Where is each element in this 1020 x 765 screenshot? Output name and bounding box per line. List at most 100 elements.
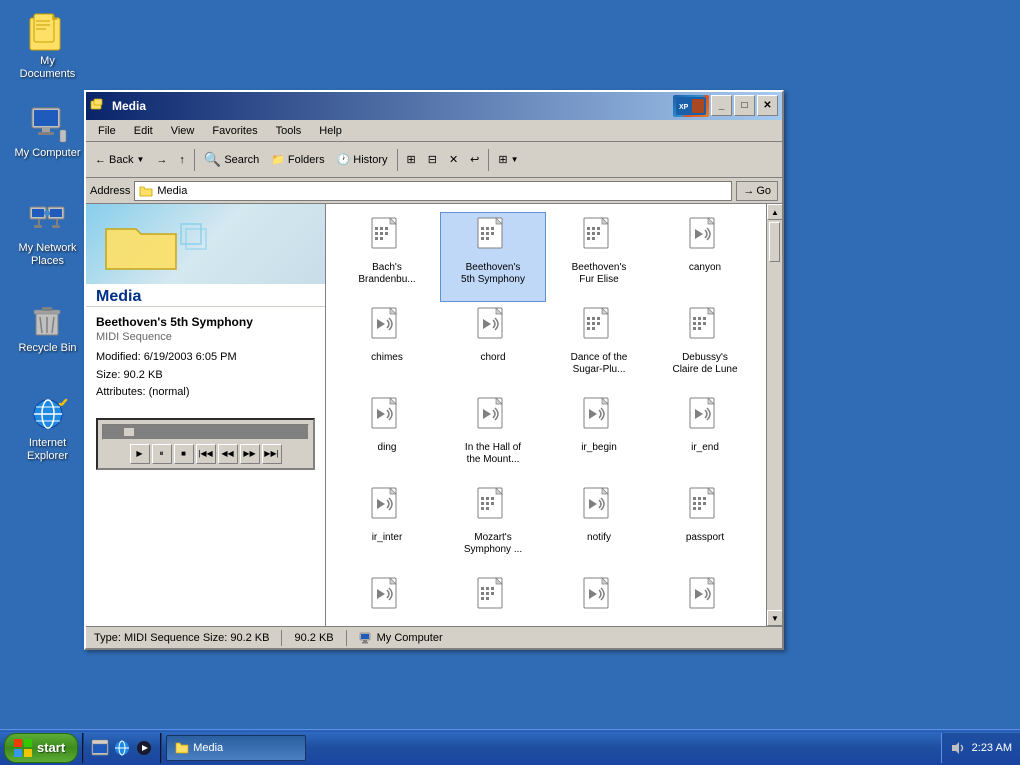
recycle-bin-label: Recycle Bin [18,342,76,355]
file-icon-wrapper [581,307,617,349]
midi-doc-icon [581,307,617,349]
file-item[interactable]: Mozart'sSymphony ... [440,482,546,572]
back-button[interactable]: ← Back ▼ [90,147,149,173]
folders-button[interactable]: 📁 Folders [266,147,329,173]
taskbar-item-media[interactable]: Media [166,735,306,761]
menu-tools[interactable]: Tools [268,123,310,139]
folder-icon-small [139,184,153,198]
file-name: Debussy'sClaire de Lune [672,352,737,376]
status-location: My Computer [355,631,447,645]
scroll-track-area[interactable] [767,220,782,610]
file-item[interactable]: Beethoven'sFur Elise [546,212,652,302]
history-button[interactable]: 🕐 History [332,147,393,173]
status-type-info: Type: MIDI Sequence Size: 90.2 KB [90,632,273,644]
player-thumb[interactable] [123,427,135,437]
maximize-button[interactable]: □ [734,95,755,116]
file-item[interactable]: In the Hall ofthe Mount... [440,392,546,482]
file-icon-wrapper [687,577,723,619]
menu-view[interactable]: View [163,123,203,139]
menu-help[interactable]: Help [311,123,350,139]
file-name: ir_end [691,442,719,454]
file-item[interactable]: ... [440,572,546,626]
close-button[interactable]: ✕ [757,95,778,116]
fast-forward-button[interactable]: ▶▶ [240,444,260,464]
desktop-icon-network-places[interactable]: My NetworkPlaces [10,195,85,272]
history-label: History [353,154,387,166]
my-documents-label: My Documents [14,55,81,81]
status-divider-1 [281,630,282,646]
up-button[interactable]: ↑ [174,147,190,173]
scroll-up-button[interactable]: ▲ [767,204,782,220]
file-item[interactable]: Debussy'sClaire de Lune [652,302,758,392]
menu-favorites[interactable]: Favorites [204,123,265,139]
file-item[interactable]: ding [334,392,440,482]
undo-button[interactable]: ↩ [465,147,484,173]
file-name: ir_begin [581,442,617,454]
stop-button[interactable]: ■ [174,444,194,464]
file-name: notify [587,532,611,544]
minimize-button[interactable]: _ [711,95,732,116]
go-button[interactable]: → Go [736,181,778,201]
skip-back-button[interactable]: |◀◀ [196,444,216,464]
file-icon-wrapper [369,307,405,349]
skip-forward-button[interactable]: ▶▶| [262,444,282,464]
taskbar-items: Media [162,735,940,761]
file-item[interactable]: ir_end [652,392,758,482]
forward-button[interactable]: → [151,147,172,173]
content-area: Media Beethoven's 5th Symphony MIDI Sequ… [86,204,782,626]
desktop-icon-my-documents[interactable]: My Documents [10,8,85,85]
file-item[interactable]: chimes [334,302,440,392]
midi-audio-icon [369,397,405,439]
start-button[interactable]: start [4,733,78,763]
status-bar: Type: MIDI Sequence Size: 90.2 KB 90.2 K… [86,626,782,648]
folders-label: Folders [288,154,325,166]
file-item[interactable]: ... [546,572,652,626]
toolbar: ← Back ▼ → ↑ 🔍 Search 📁 Folders 🕐 Histor [86,142,782,178]
copy-to-button[interactable]: ⊟ [423,147,442,173]
back-arrow-icon: ← [95,154,106,166]
file-item[interactable]: Bach'sBrandenbu... [334,212,440,302]
menu-file[interactable]: File [90,123,124,139]
desktop-icon-my-computer[interactable]: My Computer [10,100,85,164]
move-to-button[interactable]: ⊞ [402,147,421,173]
file-icon-wrapper [369,577,405,619]
ie-ql-button[interactable] [112,738,132,758]
show-desktop-ql-button[interactable] [90,738,110,758]
scrollbar[interactable]: ▲ ▼ [766,204,782,626]
address-input[interactable]: Media [134,181,732,201]
desktop-icon-ie[interactable]: InternetExplorer [10,390,85,467]
folder-illustration [96,209,216,284]
file-item[interactable]: ... [652,572,758,626]
menu-edit[interactable]: Edit [126,123,161,139]
scroll-thumb[interactable] [769,222,780,262]
volume-icon[interactable] [950,740,966,756]
file-item[interactable]: chord [440,302,546,392]
file-item[interactable]: canyon [652,212,758,302]
file-item[interactable]: Dance of theSugar-Plu... [546,302,652,392]
rewind-button[interactable]: ◀◀ [218,444,238,464]
move-icon: ⊞ [407,153,416,166]
menu-bar: File Edit View Favorites Tools Help [86,120,782,142]
search-button[interactable]: 🔍 Search [199,147,264,173]
file-item[interactable]: ir_inter [334,482,440,572]
file-icon-wrapper [687,217,723,259]
delete-button[interactable]: ✕ [444,147,463,173]
scroll-down-button[interactable]: ▼ [767,610,782,626]
player-progress-bar[interactable] [102,424,309,440]
file-item[interactable]: passport [652,482,758,572]
media-player-ql-button[interactable] [134,738,154,758]
clock: 2:23 AM [972,742,1012,754]
file-item[interactable]: ir_begin [546,392,652,482]
recycle-bin-icon [28,299,68,339]
views-button[interactable]: ⊞ ▼ [493,147,523,173]
file-icon-wrapper [475,217,511,259]
file-item[interactable]: notify [546,482,652,572]
file-item[interactable]: Beethoven's5th Symphony [440,212,546,302]
file-item[interactable]: ... [334,572,440,626]
forward-arrow-icon: → [156,154,167,166]
play-button[interactable]: ▶ [130,444,150,464]
go-label: Go [756,185,771,197]
desktop-icon-recycle-bin[interactable]: Recycle Bin [10,295,85,359]
pause-button[interactable]: ⏸ [152,444,172,464]
midi-doc-icon [581,217,617,259]
